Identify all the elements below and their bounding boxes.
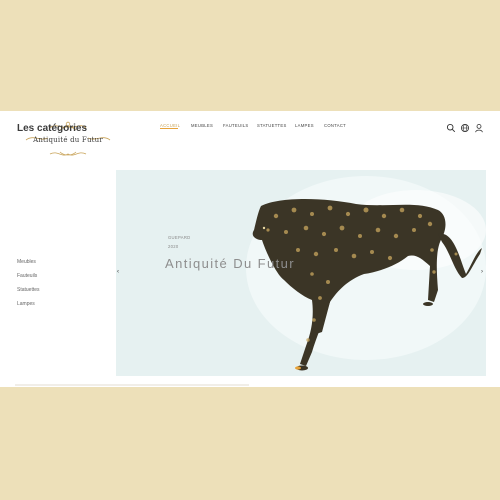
slider-prev-arrow[interactable]: ‹ [117, 269, 119, 275]
site-header: Antiquité du Futur ACCUEIL MEUBLES FAUTE… [0, 111, 500, 161]
hero-title: Antiquité Du Futur [165, 256, 295, 271]
category-meubles[interactable]: Meubles [17, 259, 36, 265]
slider-next-arrow[interactable]: › [481, 269, 483, 275]
nav-meubles[interactable]: MEUBLES [191, 123, 213, 128]
logo-text: Antiquité du Futur [33, 136, 103, 144]
globe-icon[interactable] [460, 120, 470, 132]
category-fauteuils[interactable]: Fauteuils [17, 273, 37, 279]
hero-year: 2020 [168, 244, 179, 249]
nav-active-indicator [160, 128, 178, 129]
nav-lampes[interactable]: LAMPES [295, 123, 314, 128]
content-divider [15, 384, 249, 386]
search-icon[interactable] [446, 120, 456, 133]
category-lampes[interactable]: Lampes [17, 301, 35, 307]
hero-tag: GUEPARD [168, 235, 191, 240]
nav-fauteuils[interactable]: FAUTEUILS [223, 123, 249, 128]
hero-slider[interactable]: GUEPARD 2020 Antiquité Du Futur [116, 170, 486, 376]
user-icon[interactable] [474, 120, 484, 133]
nav-statuettes[interactable]: STATUETTES [257, 123, 287, 128]
category-statuettes[interactable]: Statuettes [17, 287, 40, 293]
cheetah-statue-image [252, 199, 482, 371]
sidebar-title: Les catégories [17, 123, 88, 134]
nav-contact[interactable]: CONTACT [324, 123, 346, 128]
